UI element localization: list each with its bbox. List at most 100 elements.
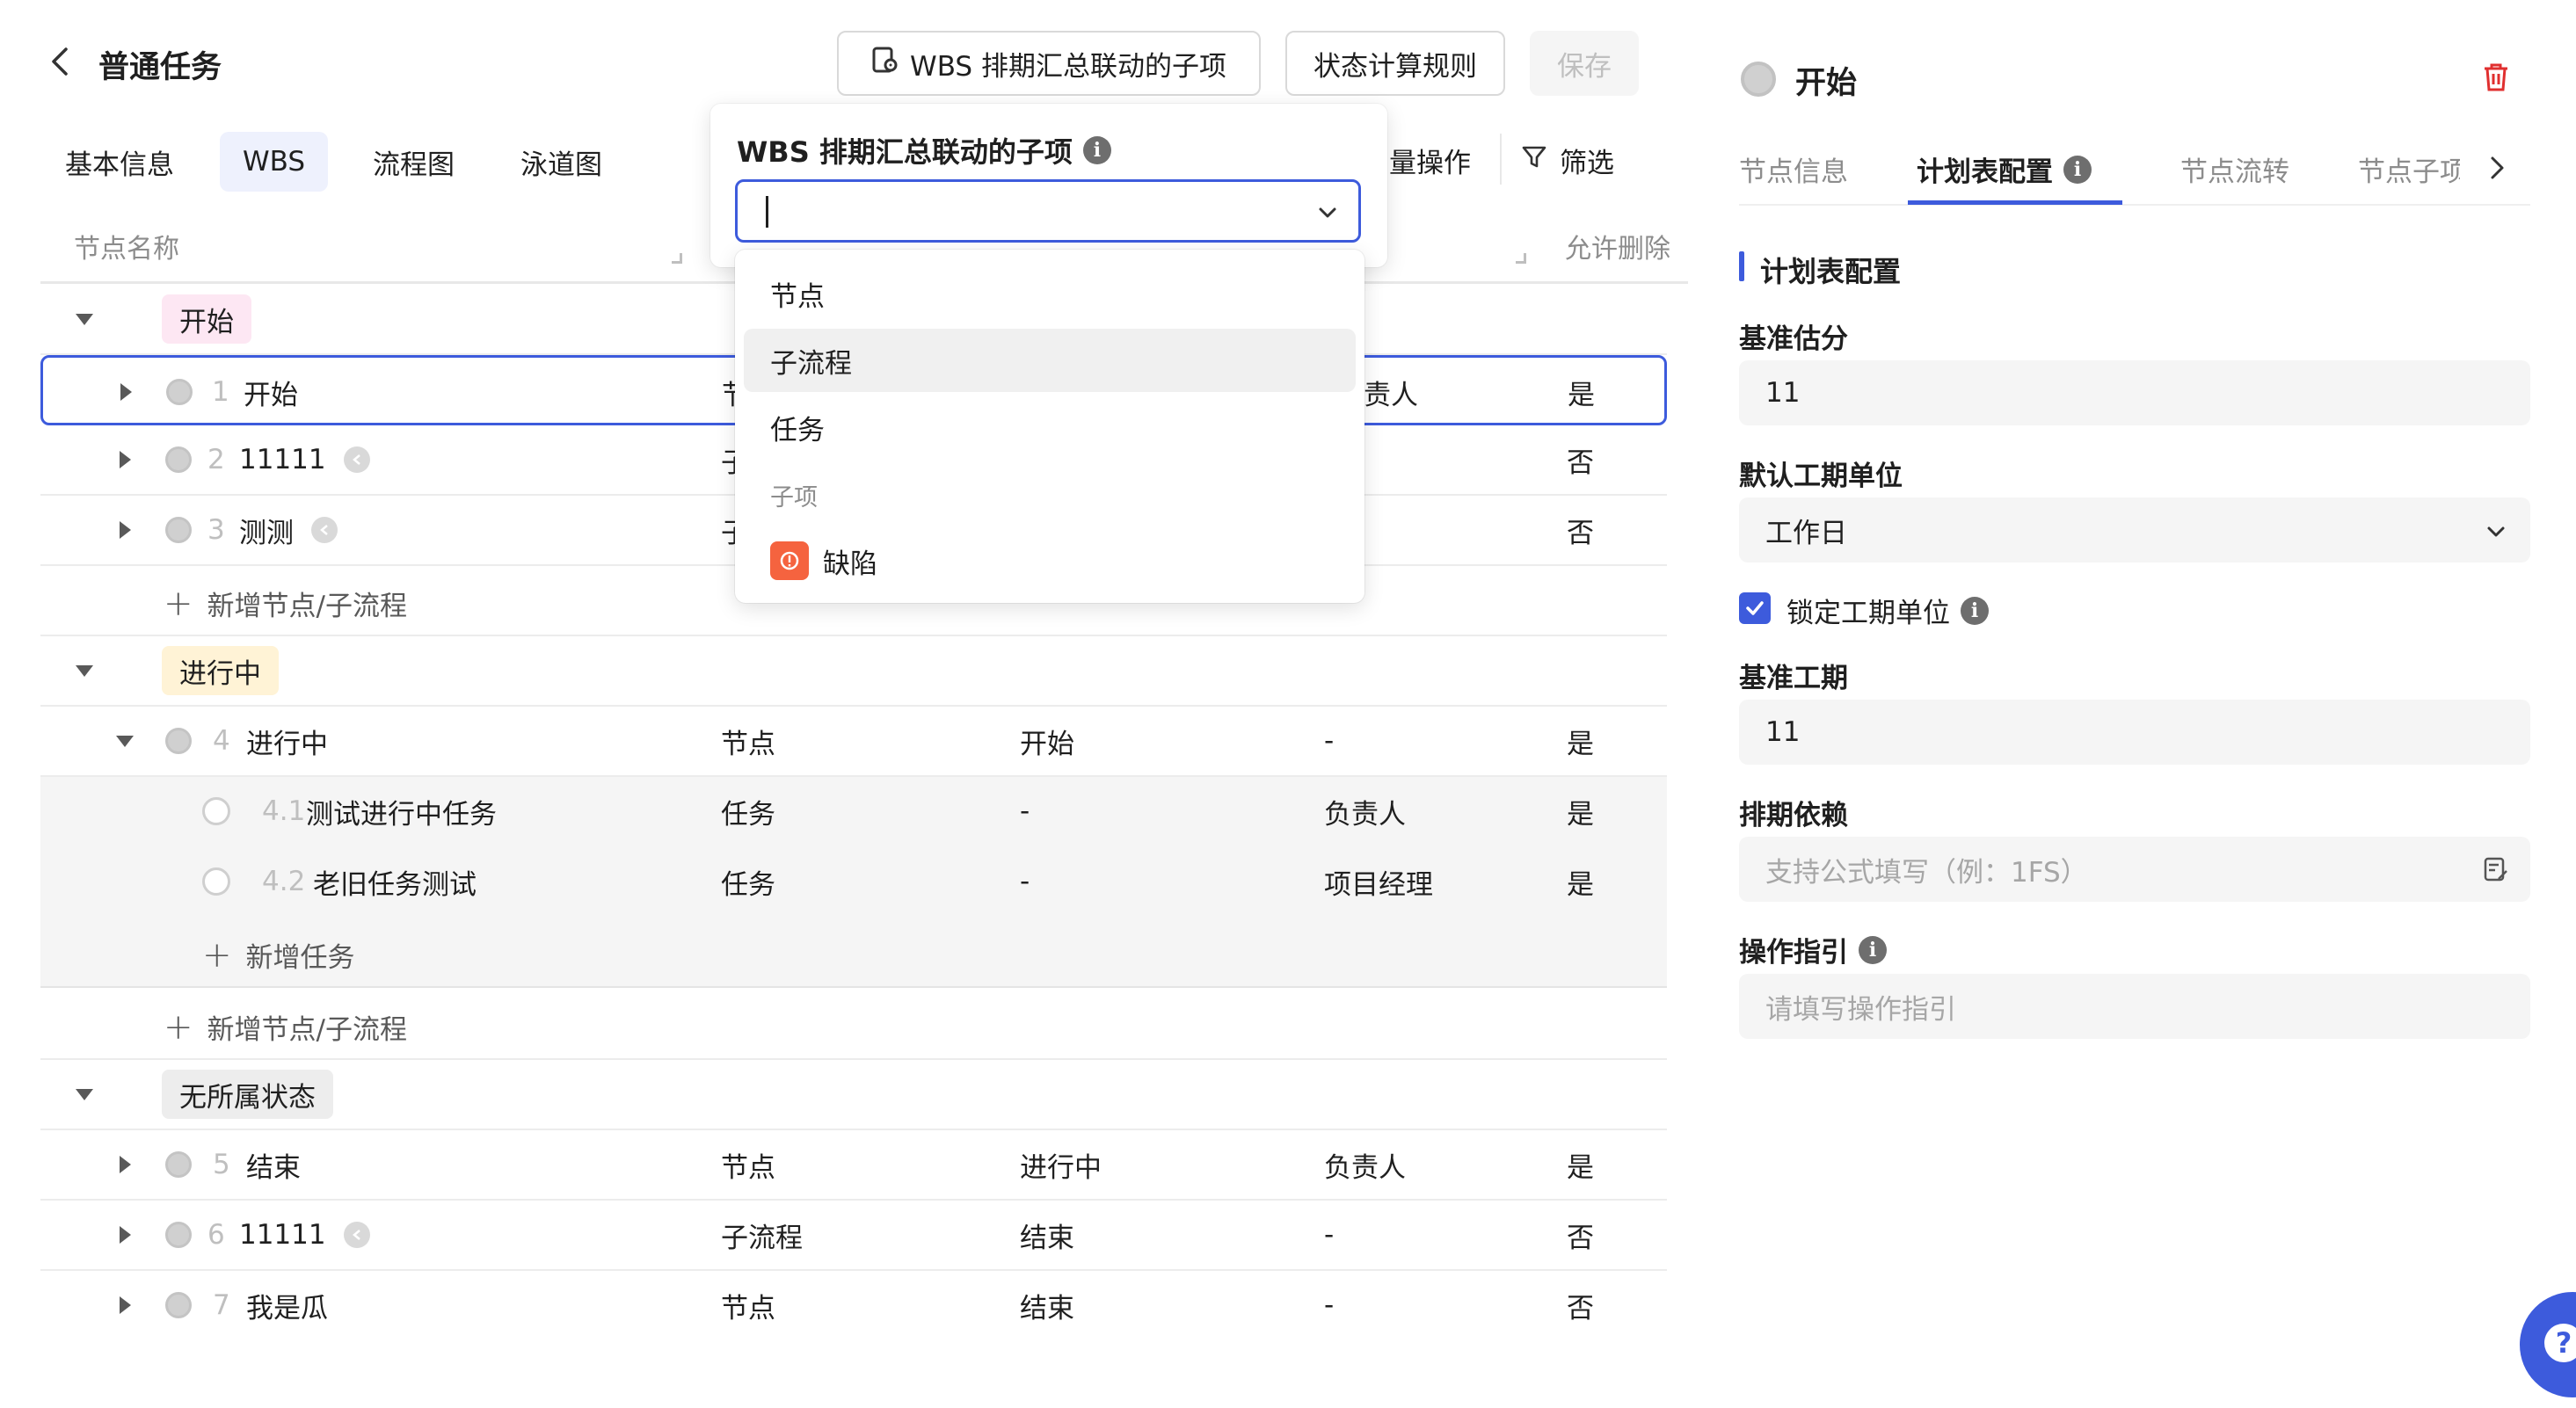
table-row[interactable]: 4.2 老旧任务测试 任务 - 项目经理 是 — [40, 847, 1667, 918]
predecessor: 结束 — [1020, 1222, 1074, 1254]
link-badge-icon — [343, 1222, 370, 1248]
task-name: 老旧任务测试 — [313, 868, 477, 901]
tab-swimlane[interactable]: 泳道图 — [498, 132, 625, 192]
default-unit-select[interactable]: 工作日 — [1739, 497, 2530, 562]
base-estimate-input[interactable]: 11 — [1739, 360, 2530, 425]
allow-delete: 否 — [1567, 1292, 1594, 1325]
expand-caret-icon[interactable] — [120, 1201, 131, 1269]
row-number: 1 — [212, 376, 229, 408]
predecessor: - — [1020, 795, 1030, 827]
group-row-no-status[interactable]: 无所属状态 — [40, 1060, 1667, 1130]
chevron-down-icon[interactable] — [1316, 201, 1339, 228]
row-number: 3 — [207, 514, 225, 546]
tab-basic-info[interactable]: 基本信息 — [42, 132, 197, 192]
chevron-down-icon[interactable] — [2485, 519, 2507, 550]
tab-node-flow[interactable]: 节点流转 — [2180, 149, 2289, 189]
allow-delete: 是 — [1567, 728, 1594, 760]
column-resize-handle[interactable] — [672, 253, 682, 264]
add-task-row[interactable]: + 新增任务 — [40, 918, 1667, 988]
status-group-tag: 进行中 — [162, 646, 279, 695]
table-row[interactable]: 7 我是瓜 节点 结束 - 否 — [40, 1271, 1667, 1341]
add-task-label: 新增任务 — [245, 942, 355, 974]
tab-flowchart[interactable]: 流程图 — [350, 132, 477, 192]
status-dot-icon — [166, 379, 193, 405]
trash-icon[interactable] — [2481, 62, 2511, 97]
status-group-tag: 无所属状态 — [162, 1070, 333, 1119]
dependency-label: 排期依赖 — [1739, 800, 1848, 831]
plus-icon: + — [164, 583, 193, 624]
formula-edit-icon[interactable] — [2483, 856, 2509, 889]
filter-label: 筛选 — [1560, 148, 1614, 179]
tab-wbs[interactable]: WBS — [220, 132, 329, 192]
tab-schedule-config[interactable]: 计划表配置 i — [1917, 149, 2092, 189]
filter-icon — [1521, 144, 1547, 178]
column-header-name: 节点名称 — [74, 234, 179, 265]
option-subprocess[interactable]: 子流程 — [744, 329, 1356, 392]
info-icon[interactable]: i — [1082, 136, 1111, 164]
expand-caret-icon[interactable] — [120, 358, 132, 426]
option-defect[interactable]: 缺陷 — [744, 529, 1356, 592]
option-defect-label: 缺陷 — [823, 548, 877, 580]
base-period-label: 基准工期 — [1739, 663, 1848, 694]
node-name: 开始 — [244, 379, 298, 411]
guide-label: 操作指引 — [1739, 937, 1848, 969]
option-task[interactable]: 任务 — [744, 396, 1356, 459]
text-cursor — [766, 196, 768, 228]
chevron-right-icon[interactable] — [2486, 155, 2507, 185]
node-type: 节点 — [721, 728, 775, 760]
guide-label-row: 操作指引 i — [1739, 930, 1887, 969]
popover-label: WBS 排期汇总联动的子项 — [737, 135, 1073, 169]
expand-caret-icon[interactable] — [120, 425, 131, 494]
info-icon[interactable]: i — [1859, 935, 1887, 964]
row-number: 4 — [213, 725, 230, 757]
expand-caret-icon[interactable] — [120, 1130, 131, 1199]
guide-input[interactable]: 请填写操作指引 — [1739, 974, 2530, 1039]
expand-caret-icon[interactable] — [120, 496, 131, 564]
wbs-linked-items-button[interactable]: WBS 排期汇总联动的子项 — [837, 31, 1261, 96]
help-button[interactable]: ? — [2520, 1292, 2576, 1397]
wbs-linked-items-popover: WBS 排期汇总联动的子项 i — [710, 104, 1387, 267]
status-group-tag: 开始 — [162, 294, 251, 344]
collapse-caret-icon[interactable] — [76, 1060, 93, 1129]
save-button[interactable]: 保存 — [1530, 31, 1639, 96]
add-node-label: 新增节点/子流程 — [207, 591, 407, 622]
tab-node-info[interactable]: 节点信息 — [1739, 149, 1848, 189]
predecessor: 结束 — [1020, 1292, 1074, 1325]
expand-caret-icon[interactable] — [120, 1271, 131, 1339]
page-title: 普通任务 — [98, 50, 222, 85]
lock-unit-checkbox[interactable] — [1739, 592, 1771, 624]
table-row[interactable]: 4.1 测试进行中任务 任务 - 负责人 是 — [40, 777, 1667, 847]
collapse-caret-icon[interactable] — [76, 285, 93, 353]
status-dot-icon — [165, 728, 192, 754]
add-node-row[interactable]: + 新增节点/子流程 — [40, 990, 1667, 1060]
status-dot-icon — [165, 446, 192, 473]
collapse-caret-icon[interactable] — [116, 707, 134, 775]
filter-button[interactable]: 筛选 — [1521, 141, 1614, 180]
plus-icon: + — [202, 934, 232, 976]
row-number: 4.1 — [262, 795, 306, 827]
back-icon[interactable] — [44, 46, 76, 77]
predecessor: 开始 — [1020, 728, 1074, 760]
option-node[interactable]: 节点 — [744, 262, 1356, 325]
column-resize-handle[interactable] — [1516, 253, 1526, 264]
node-type: 任务 — [721, 868, 775, 901]
table-row[interactable]: 6 11111 子流程 结束 - 否 — [40, 1201, 1667, 1271]
tab-node-subitems[interactable]: 节点子项 — [2358, 149, 2460, 189]
question-icon: ? — [2544, 1324, 2576, 1362]
linked-items-select[interactable] — [735, 179, 1361, 243]
dependency-input[interactable]: 支持公式填写（例：1FS） — [1739, 837, 2530, 902]
status-dot-icon — [165, 1151, 192, 1178]
table-row[interactable]: 4 进行中 节点 开始 - 是 — [40, 707, 1667, 777]
owner: - — [1324, 725, 1335, 757]
collapse-caret-icon[interactable] — [76, 636, 93, 705]
info-icon[interactable]: i — [1961, 596, 1989, 625]
group-row-in-progress[interactable]: 进行中 — [40, 636, 1667, 707]
base-period-input[interactable]: 11 — [1739, 700, 2530, 765]
status-rule-button[interactable]: 状态计算规则 — [1285, 31, 1505, 96]
node-type: 节点 — [721, 1292, 775, 1325]
node-name: 我是瓜 — [246, 1292, 328, 1325]
info-icon[interactable]: i — [2063, 155, 2092, 184]
table-row[interactable]: 5 结束 节点 进行中 负责人 是 — [40, 1130, 1667, 1201]
batch-operation-button[interactable]: 量操作 — [1389, 141, 1471, 180]
allow-delete: 是 — [1567, 1151, 1594, 1184]
